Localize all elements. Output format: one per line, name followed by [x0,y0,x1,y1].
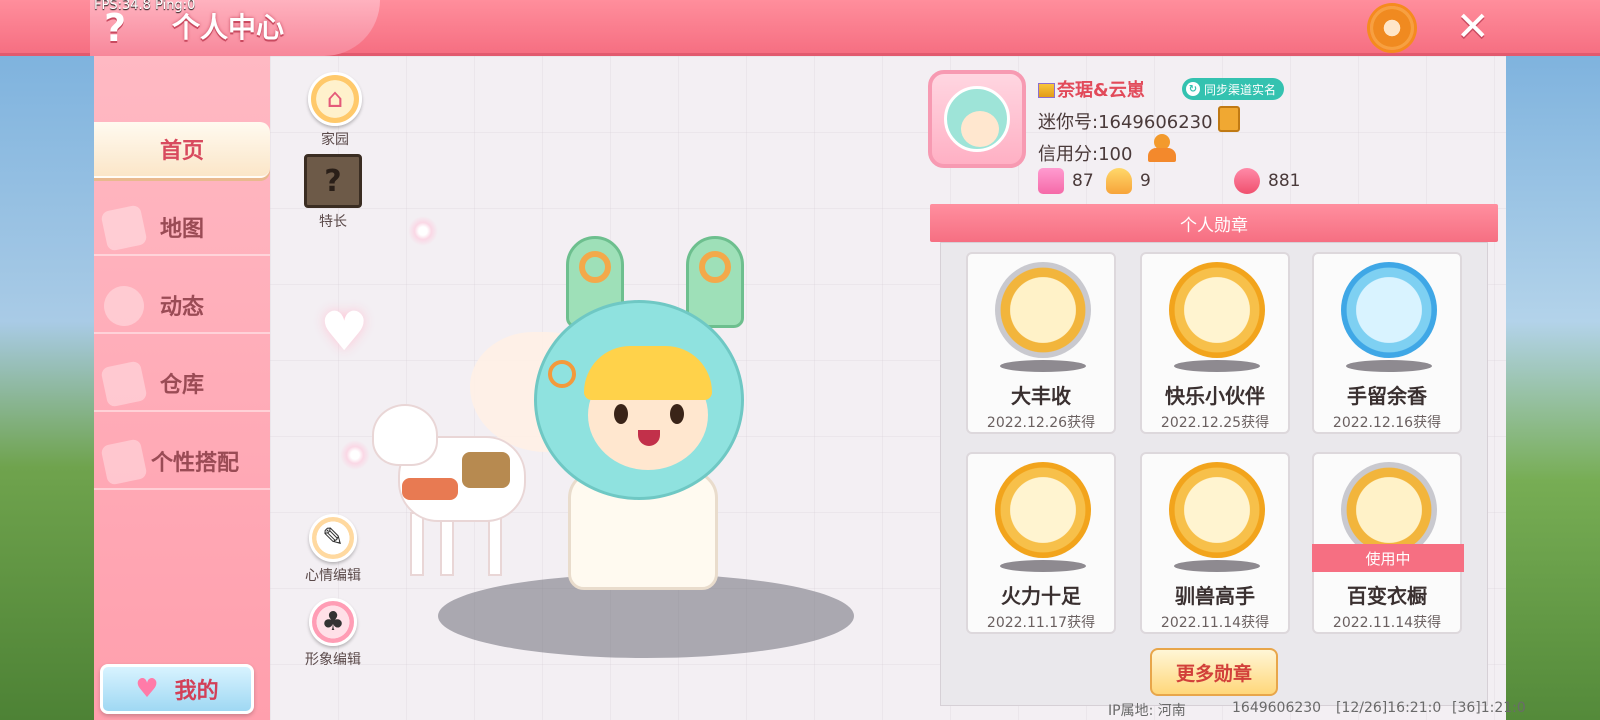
fps-readout: FPS:34.8 Ping:0 [94,0,196,13]
sync-icon: ↻ [1186,82,1200,96]
medal-name: 驯兽高手 [1175,584,1255,608]
vip-crown-icon [1038,83,1055,98]
heart-decoration: ♥ [320,300,369,363]
medal-date: 2022.12.16获得 [1332,415,1442,431]
sidebar-item-label: 个性搭配 [150,451,239,476]
sidebar-item-label: 地图 [159,217,204,242]
stat-value: 881 [1268,171,1301,191]
avatar-portrait [944,86,1010,152]
medal-name: 大丰收 [1011,384,1071,408]
warehouse-icon [100,360,148,408]
heart-icon: ♥ [135,674,159,704]
medal-name: 百变衣橱 [1347,584,1427,608]
nickname: 奈琚&云崽 [1038,76,1145,102]
pet-head [372,404,438,466]
outfit-edit-icon: ♣ [309,598,357,646]
medal-header: 个人勋章 [930,204,1498,242]
medal-name: 手留余香 [1347,384,1427,408]
map-icon [100,204,148,252]
sidebar-item-map[interactable]: 地图 [94,200,270,256]
talent-shortcut-label: 特长 [319,214,347,230]
hood-swirl-decoration [548,360,576,388]
talent-shortcut[interactable]: ? 特长 [300,154,366,231]
firepower-medal-icon [995,462,1091,558]
medal-name: 快乐小伙伴 [1165,384,1265,408]
ip-location: IP属地: 河南 [1108,703,1186,719]
sidebar-item-label: 首页 [159,139,204,164]
medal-card[interactable]: 手留余香 2022.12.16获得 [1312,252,1462,434]
harvest-medal-icon [995,262,1091,358]
fragrance-medal-icon [1341,262,1437,358]
mine-button[interactable]: ♥ 我的 [100,664,254,714]
medal-card[interactable]: 驯兽高手 2022.11.14获得 [1140,452,1290,634]
sparkle-decoration [340,440,370,470]
nickname-text: 奈琚&云崽 [1057,80,1145,101]
stat-heat: 881 [1234,168,1300,194]
pet-leg [410,512,424,576]
stat-popularity: 87 [1038,168,1094,194]
footer-time: [12/26]16:21:0 [1336,700,1442,716]
top-bar: ? 个人中心 FPS:34.8 Ping:0 ✕ [0,0,1600,56]
pet-scarf [402,478,458,500]
mine-label: 我的 [174,679,219,704]
avatar[interactable] [928,70,1026,168]
medal-date: 2022.12.25获得 [1160,415,1270,431]
medal-date: 2022.12.26获得 [986,415,1096,431]
edit-icon: ✎ [309,514,357,562]
background-scenery-right [1490,56,1600,720]
in-use-badge: 使用中 [1312,544,1464,572]
copy-icon[interactable] [1218,106,1240,132]
stat-value: 9 [1140,171,1151,191]
bell-icon [100,282,148,330]
more-medals-button[interactable]: 更多勋章 [1150,648,1278,696]
stat-fans: 9 [1106,168,1151,194]
sidebar-item-home[interactable]: 首页 [94,122,270,178]
background-scenery-left [0,56,94,720]
character-hair [584,346,712,400]
character-ear-right [686,236,744,328]
home-shortcut[interactable]: ⌂ 家园 [304,72,366,149]
sidebar-item-warehouse[interactable]: 仓库 [94,356,270,412]
credit-score: 信用分:100 [1038,144,1133,165]
footer-uid: 1649606230 [1232,700,1322,716]
sidebar-item-outfit[interactable]: 个性搭配 [94,434,270,490]
mini-id: 迷你号:1649606230 [1038,112,1213,133]
character-eye [670,404,684,424]
stat-value: 87 [1072,171,1094,191]
outfit-icon [100,438,148,486]
question-block-icon: ? [304,154,362,208]
pet-bag [462,452,510,488]
credit-user-icon[interactable] [1148,134,1178,164]
beast-tamer-medal-icon [1169,462,1265,558]
mood-edit-shortcut[interactable]: ✎ 心情编辑 [298,514,368,585]
flame-icon [1234,168,1260,194]
fans-icon [1106,168,1132,194]
character-eye [614,404,628,424]
sync-badge-label: 同步渠道实名 [1204,82,1277,97]
medal-name: 火力十足 [1001,584,1081,608]
medal-card[interactable]: 火力十足 2022.11.17获得 [966,452,1116,634]
sidebar-item-label: 动态 [159,295,204,320]
sidebar: 首页 地图 动态 仓库 个性搭配 [94,56,270,720]
popularity-icon [1038,168,1064,194]
sidebar-item-label: 仓库 [159,373,204,398]
medal-date: 2022.11.14获得 [1332,615,1442,631]
sparkle-decoration [408,216,438,246]
gear-icon[interactable] [1370,6,1414,50]
house-icon: ⌂ [308,72,362,126]
medal-date: 2022.11.17获得 [986,615,1096,631]
close-icon[interactable]: ✕ [1456,4,1490,50]
home-shortcut-label: 家园 [321,132,349,148]
sidebar-item-feed[interactable]: 动态 [94,278,270,334]
avatar-edit-label: 形象编辑 [305,652,361,668]
medal-card[interactable]: 使用中 百变衣橱 2022.11.14获得 [1312,452,1464,634]
medal-card[interactable]: 快乐小伙伴 2022.12.25获得 [1140,252,1290,434]
medal-date: 2022.11.14获得 [1160,615,1270,631]
medal-card[interactable]: 大丰收 2022.12.26获得 [966,252,1116,434]
footer-time-secondary: [36]1:21:0 [1452,700,1526,716]
avatar-edit-shortcut[interactable]: ♣ 形象编辑 [298,598,368,669]
friends-medal-icon [1169,262,1265,358]
mood-edit-label: 心情编辑 [305,568,361,584]
sync-realname-badge[interactable]: ↻ 同步渠道实名 [1182,78,1285,100]
